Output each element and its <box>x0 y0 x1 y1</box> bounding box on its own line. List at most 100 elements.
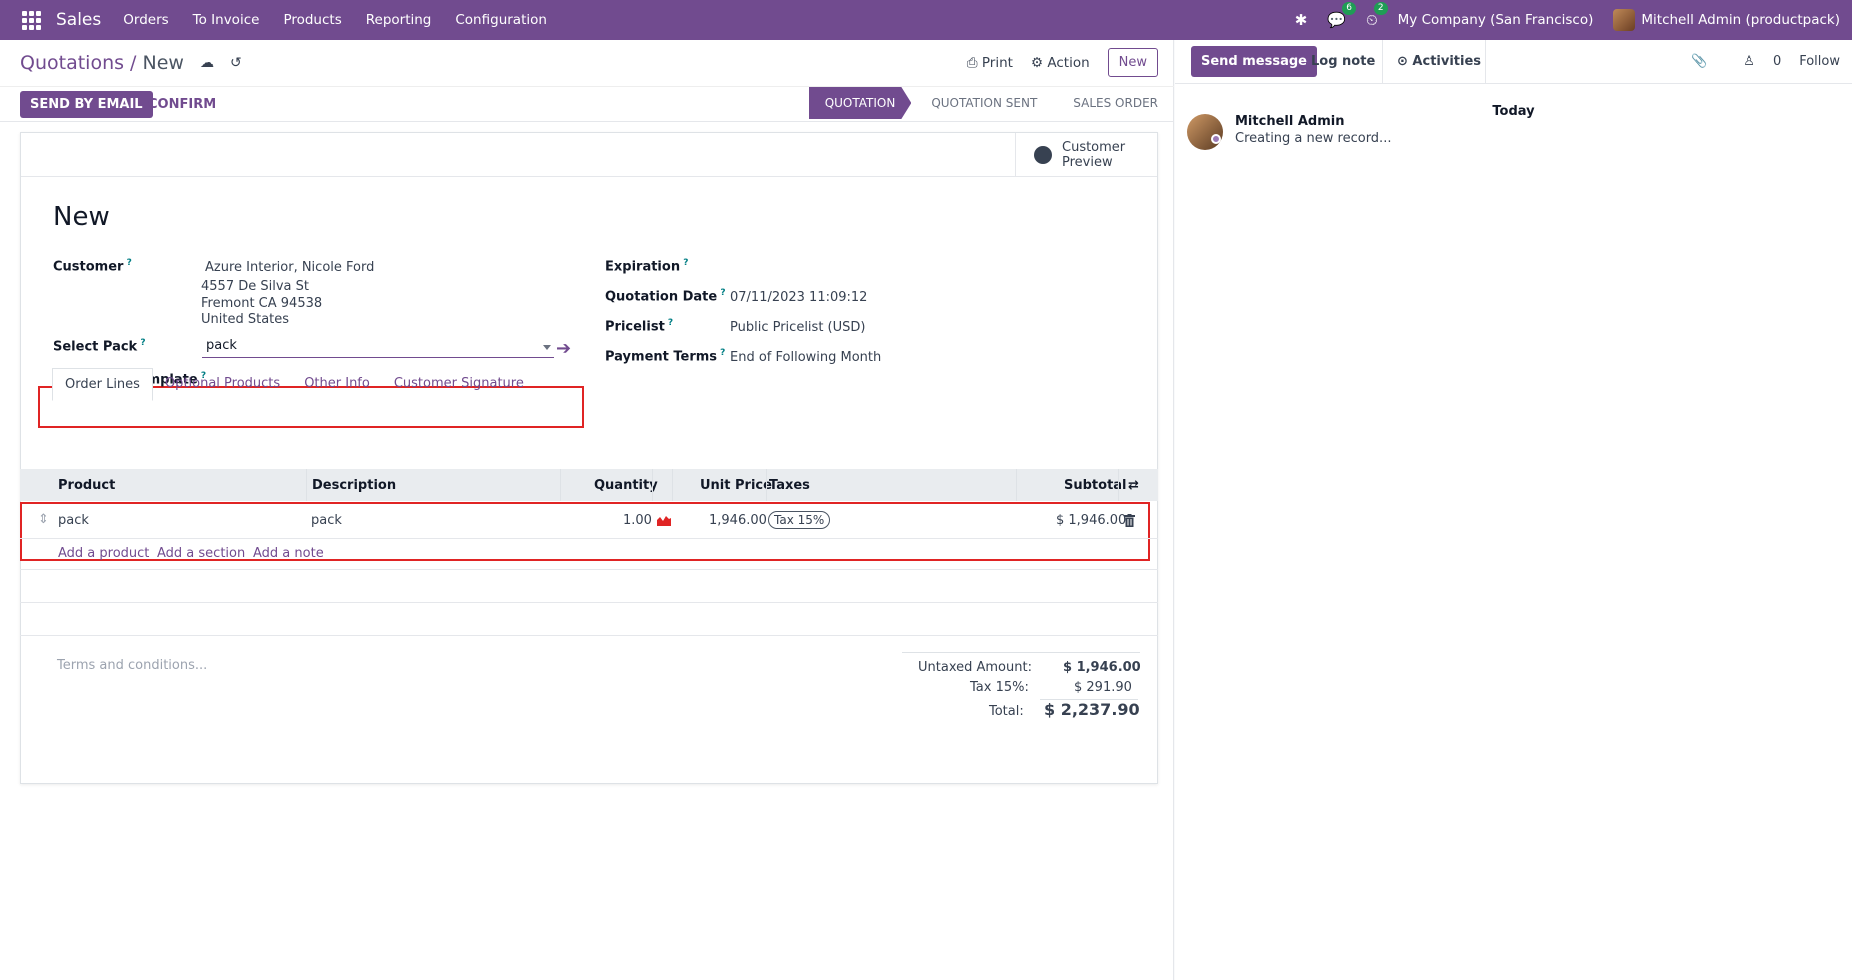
tab-other-info[interactable]: Other Info <box>292 368 382 401</box>
print-button[interactable]: ⎙ Print <box>967 55 1013 71</box>
customer-address-line: 4557 De Silva St <box>201 279 309 294</box>
online-status-dot <box>1211 134 1221 144</box>
customer-address-line: Fremont CA 94538 <box>201 296 323 311</box>
breadcrumb-quotations[interactable]: Quotations <box>20 52 124 74</box>
column-description[interactable]: Description <box>312 478 396 493</box>
row-quantity[interactable]: 1.00 <box>623 513 652 528</box>
help-icon: ? <box>680 258 689 268</box>
customer-label: Customer ? <box>53 258 132 275</box>
add-section-link[interactable]: Add a section <box>157 546 245 561</box>
menu-to-invoice[interactable]: To Invoice <box>193 12 260 28</box>
log-note-button[interactable]: Log note <box>1311 54 1375 69</box>
tab-customer-signature[interactable]: Customer Signature <box>382 368 536 401</box>
menu-products[interactable]: Products <box>283 12 341 28</box>
activities-button[interactable]: ⊙ Activities <box>1397 54 1481 69</box>
user-avatar <box>1613 9 1636 31</box>
messages-chat-icon[interactable]: 💬 6 <box>1327 2 1356 29</box>
tax-label: Tax 15%: <box>970 680 1029 695</box>
save-cloud-icon[interactable]: ☁ <box>200 55 214 71</box>
help-icon: ? <box>123 258 132 268</box>
total-value: $ 2,237.90 <box>1044 700 1140 719</box>
customer-address-line: United States <box>201 312 290 327</box>
row-description[interactable]: pack <box>311 513 342 528</box>
menu-reporting[interactable]: Reporting <box>366 12 432 28</box>
column-quantity[interactable]: Quantity <box>594 478 658 493</box>
help-icon: ? <box>717 288 726 298</box>
select-pack-label: Select Pack ? <box>53 338 146 355</box>
tab-optional-products[interactable]: Optional Products <box>153 368 292 401</box>
stage-sales-order[interactable]: SALES ORDER <box>1053 87 1174 119</box>
status-bar: QUOTATION QUOTATION SENT SALES ORDER <box>809 87 1174 119</box>
followers-button[interactable]: ♙ 0 <box>1725 54 1781 69</box>
help-icon: ? <box>717 348 726 358</box>
customer-preview-button[interactable]: Customer Preview <box>1015 133 1157 177</box>
record-title: New <box>53 202 110 232</box>
quotation-date-field[interactable]: 07/11/2023 11:09:12 <box>730 290 867 305</box>
gear-icon: ⚙ <box>1030 54 1048 71</box>
help-icon: ? <box>664 318 674 328</box>
internal-link-arrow-icon[interactable]: ➔ <box>556 338 571 359</box>
follow-button[interactable]: Follow <box>1799 54 1840 69</box>
pricelist-label: Pricelist ? <box>605 318 674 335</box>
attachment-paperclip-icon[interactable]: 📎 <box>1691 54 1707 69</box>
terms-conditions-field[interactable]: Terms and conditions... <box>57 658 207 673</box>
breadcrumb-current: New <box>142 52 184 74</box>
column-taxes[interactable]: Taxes <box>769 478 810 493</box>
help-icon: ? <box>137 338 146 348</box>
menu-orders[interactable]: Orders <box>123 12 168 28</box>
form-view: Quotations / New ☁ ↺ ⎙ Print ⚙ Action Ne… <box>0 40 1174 980</box>
tax-value: $ 291.90 <box>1074 680 1132 695</box>
column-unit-price[interactable]: Unit Price <box>700 478 772 493</box>
stage-quotation[interactable]: QUOTATION <box>809 87 912 119</box>
breadcrumb: Quotations / New <box>20 52 184 74</box>
top-navbar: Sales Orders To Invoice Products Reporti… <box>0 0 1852 40</box>
notebook-tabs: Order Lines Optional Products Other Info… <box>52 368 536 401</box>
add-note-link[interactable]: Add a note <box>253 546 324 561</box>
user-menu[interactable]: Mitchell Admin (productpack) <box>1613 9 1840 31</box>
column-product[interactable]: Product <box>58 478 115 493</box>
optional-columns-toggle-icon[interactable]: ⇄ <box>1128 478 1139 493</box>
control-panel: Quotations / New ☁ ↺ ⎙ Print ⚙ Action Ne… <box>0 40 1174 86</box>
forecast-chart-icon[interactable] <box>657 515 671 526</box>
stage-quotation-sent[interactable]: QUOTATION SENT <box>911 87 1053 119</box>
company-switcher[interactable]: My Company (San Francisco) <box>1398 12 1594 28</box>
menu-configuration[interactable]: Configuration <box>455 12 547 28</box>
quotation-date-label: Quotation Date ? <box>605 288 726 305</box>
send-by-email-button[interactable]: SEND BY EMAIL <box>20 91 153 118</box>
pricelist-field[interactable]: Public Pricelist (USD) <box>730 320 865 335</box>
chatter-topbar: Send message Log note ⊙ Activities 📎 ♙ 0 … <box>1175 40 1852 84</box>
row-product[interactable]: pack <box>58 513 89 528</box>
app-name[interactable]: Sales <box>56 10 101 30</box>
tax-badge[interactable]: Tax 15% <box>768 511 831 529</box>
messages-badge: 6 <box>1342 2 1356 15</box>
chatter-panel: Send message Log note ⊙ Activities 📎 ♙ 0 … <box>1175 40 1852 980</box>
payment-terms-field[interactable]: End of Following Month <box>730 350 881 365</box>
breadcrumb-separator: / <box>124 52 143 74</box>
message-author: Mitchell Admin <box>1235 114 1345 129</box>
payment-terms-label: Payment Terms ? <box>605 348 726 365</box>
customer-field[interactable]: Azure Interior, Nicole Ford <box>205 260 374 275</box>
row-subtotal: $ 1,946.00 <box>1056 513 1127 528</box>
send-message-button[interactable]: Send message <box>1191 46 1317 77</box>
globe-icon <box>1034 146 1052 164</box>
dropdown-caret-icon[interactable] <box>543 345 551 350</box>
total-label: Total: <box>989 704 1024 719</box>
discard-undo-icon[interactable]: ↺ <box>230 55 242 71</box>
activities-badge: 2 <box>1373 2 1388 15</box>
select-pack-input[interactable]: pack <box>202 336 554 358</box>
clock-icon: ⊙ <box>1397 54 1413 69</box>
row-unit-price[interactable]: 1,946.00 <box>709 513 767 528</box>
action-button[interactable]: ⚙ Action <box>1031 55 1090 71</box>
drag-handle-icon[interactable]: ⇕ <box>38 512 49 527</box>
activities-clock-icon[interactable]: ⏲ 2 <box>1366 2 1388 29</box>
message-body: Creating a new record... <box>1235 131 1392 146</box>
untaxed-amount-label: Untaxed Amount: <box>918 660 1032 675</box>
trash-icon[interactable] <box>1124 514 1135 527</box>
tab-order-lines[interactable]: Order Lines <box>52 368 153 401</box>
new-button[interactable]: New <box>1107 48 1158 77</box>
printer-icon: ⎙ <box>966 54 982 71</box>
confirm-button[interactable]: CONFIRM <box>148 97 216 112</box>
apps-menu-icon[interactable] <box>20 9 42 31</box>
debug-bug-icon[interactable]: ✱ <box>1295 11 1308 29</box>
add-product-link[interactable]: Add a product <box>58 546 149 561</box>
